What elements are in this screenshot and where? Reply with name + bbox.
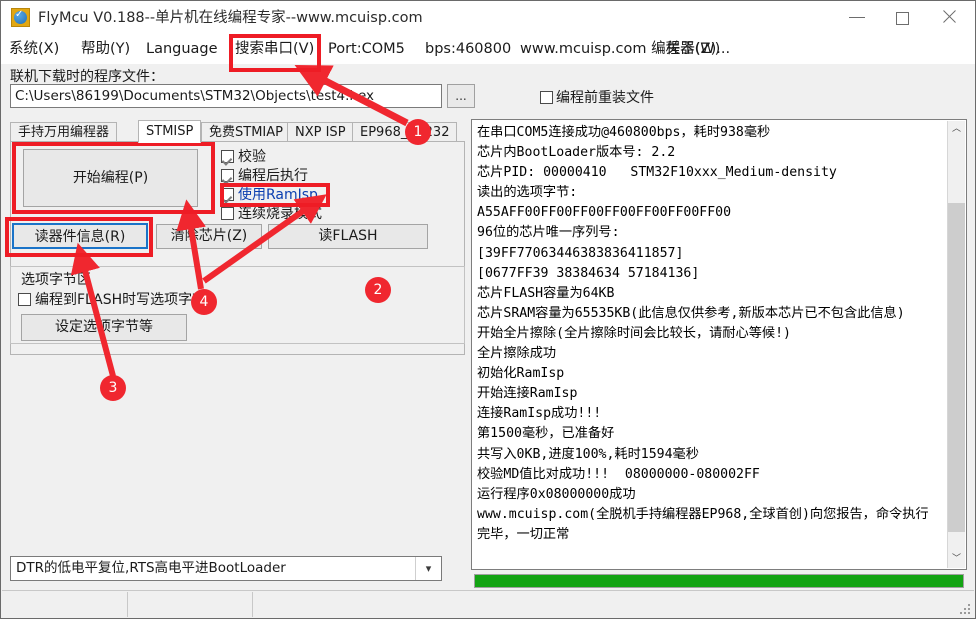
- window-title: FlyMcu V0.188--单片机在线编程专家--www.mcuisp.com: [38, 10, 423, 26]
- hex-file-path-input[interactable]: C:\Users\86199\Documents\STM32\Objects\t…: [10, 84, 442, 108]
- checkbox-box: [221, 169, 234, 182]
- checkbox-box: [540, 91, 553, 104]
- scrollbar-thumb[interactable]: [948, 203, 965, 532]
- checkbox-write-option-bytes[interactable]: 编程到FLASH时写选项字节: [18, 289, 206, 309]
- annotation-marker-3: 3: [100, 375, 126, 401]
- log-scrollbar[interactable]: ︿ ﹀: [947, 121, 965, 568]
- checkbox-run-after-program-label: 编程后执行: [238, 168, 308, 184]
- close-button[interactable]: [926, 1, 972, 33]
- checkbox-use-ramisp[interactable]: 使用RamIsp: [221, 186, 318, 205]
- checkbox-run-after-program[interactable]: 编程后执行: [221, 167, 308, 186]
- log-text: 在串口COM5连接成功@460800bps，耗时938毫秒 芯片内BootLoa…: [477, 125, 929, 542]
- status-bar: [2, 590, 974, 617]
- scroll-up-icon[interactable]: ︿: [948, 121, 965, 138]
- start-program-button[interactable]: 开始编程(P): [23, 149, 198, 207]
- checkbox-box: [221, 188, 234, 201]
- bootloader-mode-value: DTR的低电平复位,RTS高电平进BootLoader: [16, 560, 286, 576]
- menu-help[interactable]: 帮助(Y): [81, 38, 130, 60]
- chevron-down-icon[interactable]: ▾: [415, 557, 441, 580]
- checkbox-box: [18, 293, 31, 306]
- browse-button[interactable]: ...: [447, 84, 475, 108]
- title-bar: ✓ FlyMcu V0.188--单片机在线编程专家--www.mcuisp.c…: [1, 1, 975, 34]
- tab-strip: 手持万用编程器 STMISP 免费STMIAP NXP ISP EP968_RS…: [10, 120, 465, 143]
- bootloader-mode-combo[interactable]: DTR的低电平复位,RTS高电平进BootLoader ▾: [10, 556, 442, 581]
- reload-before-program-checkbox[interactable]: 编程前重装文件: [540, 87, 654, 107]
- checkbox-continuous-mode[interactable]: 连续烧录模式: [221, 205, 322, 224]
- menu-bps[interactable]: bps:460800: [425, 38, 511, 60]
- resize-grip-icon[interactable]: [960, 604, 970, 614]
- reload-before-program-label: 编程前重装文件: [556, 90, 654, 106]
- option-bytes-group-title: 选项字节区: [19, 269, 93, 289]
- tab-free-stmiap[interactable]: 免费STMIAP: [201, 122, 291, 142]
- menu-about[interactable]: 关于(Z)...: [666, 38, 730, 60]
- menu-port[interactable]: Port:COM5: [328, 38, 405, 60]
- flymcu-window: ✓ FlyMcu V0.188--单片机在线编程专家--www.mcuisp.c…: [0, 0, 976, 619]
- log-output-panel[interactable]: 在串口COM5连接成功@460800bps，耗时938毫秒 芯片内BootLoa…: [471, 119, 967, 570]
- checkbox-verify-label: 校验: [238, 149, 266, 165]
- menu-search-port[interactable]: 搜索串口(V): [235, 38, 314, 60]
- maximize-button[interactable]: [880, 1, 926, 33]
- checkbox-continuous-mode-label: 连续烧录模式: [238, 206, 322, 222]
- checkbox-use-ramisp-label: 使用RamIsp: [238, 187, 318, 203]
- checkbox-verify[interactable]: 校验: [221, 148, 266, 167]
- status-pane-2: [128, 592, 253, 617]
- checkbox-write-option-bytes-label: 编程到FLASH时写选项字节: [35, 292, 207, 308]
- app-icon: ✓: [11, 8, 30, 27]
- checkbox-box: [221, 150, 234, 163]
- tab-nxp-isp[interactable]: NXP ISP: [287, 122, 354, 142]
- minimize-button[interactable]: [834, 1, 880, 33]
- file-label: 联机下载时的程序文件：: [10, 69, 164, 85]
- status-pane-3: [253, 592, 975, 617]
- menu-language[interactable]: Language: [146, 38, 218, 60]
- menu-bar: 系统(X) 帮助(Y) Language 搜索串口(V) Port:COM5 b…: [1, 34, 975, 64]
- tab-handheld-programmer[interactable]: 手持万用编程器: [10, 122, 118, 142]
- erase-chip-button[interactable]: 清除芯片(Z): [156, 224, 262, 249]
- status-pane-1: [5, 592, 128, 617]
- read-flash-button[interactable]: 读FLASH: [268, 224, 428, 249]
- menu-system[interactable]: 系统(X): [9, 38, 59, 60]
- set-option-bytes-button[interactable]: 设定选项字节等: [21, 314, 187, 341]
- tab-stmisp[interactable]: STMISP: [138, 120, 202, 143]
- read-device-info-button[interactable]: 读器件信息(R): [12, 223, 148, 249]
- checkbox-box: [221, 207, 234, 220]
- tab-ep968-rs232[interactable]: EP968_RS232: [352, 122, 458, 142]
- progress-bar: [474, 574, 964, 588]
- scroll-down-icon[interactable]: ﹀: [948, 551, 965, 568]
- progress-bar-fill: [475, 575, 963, 587]
